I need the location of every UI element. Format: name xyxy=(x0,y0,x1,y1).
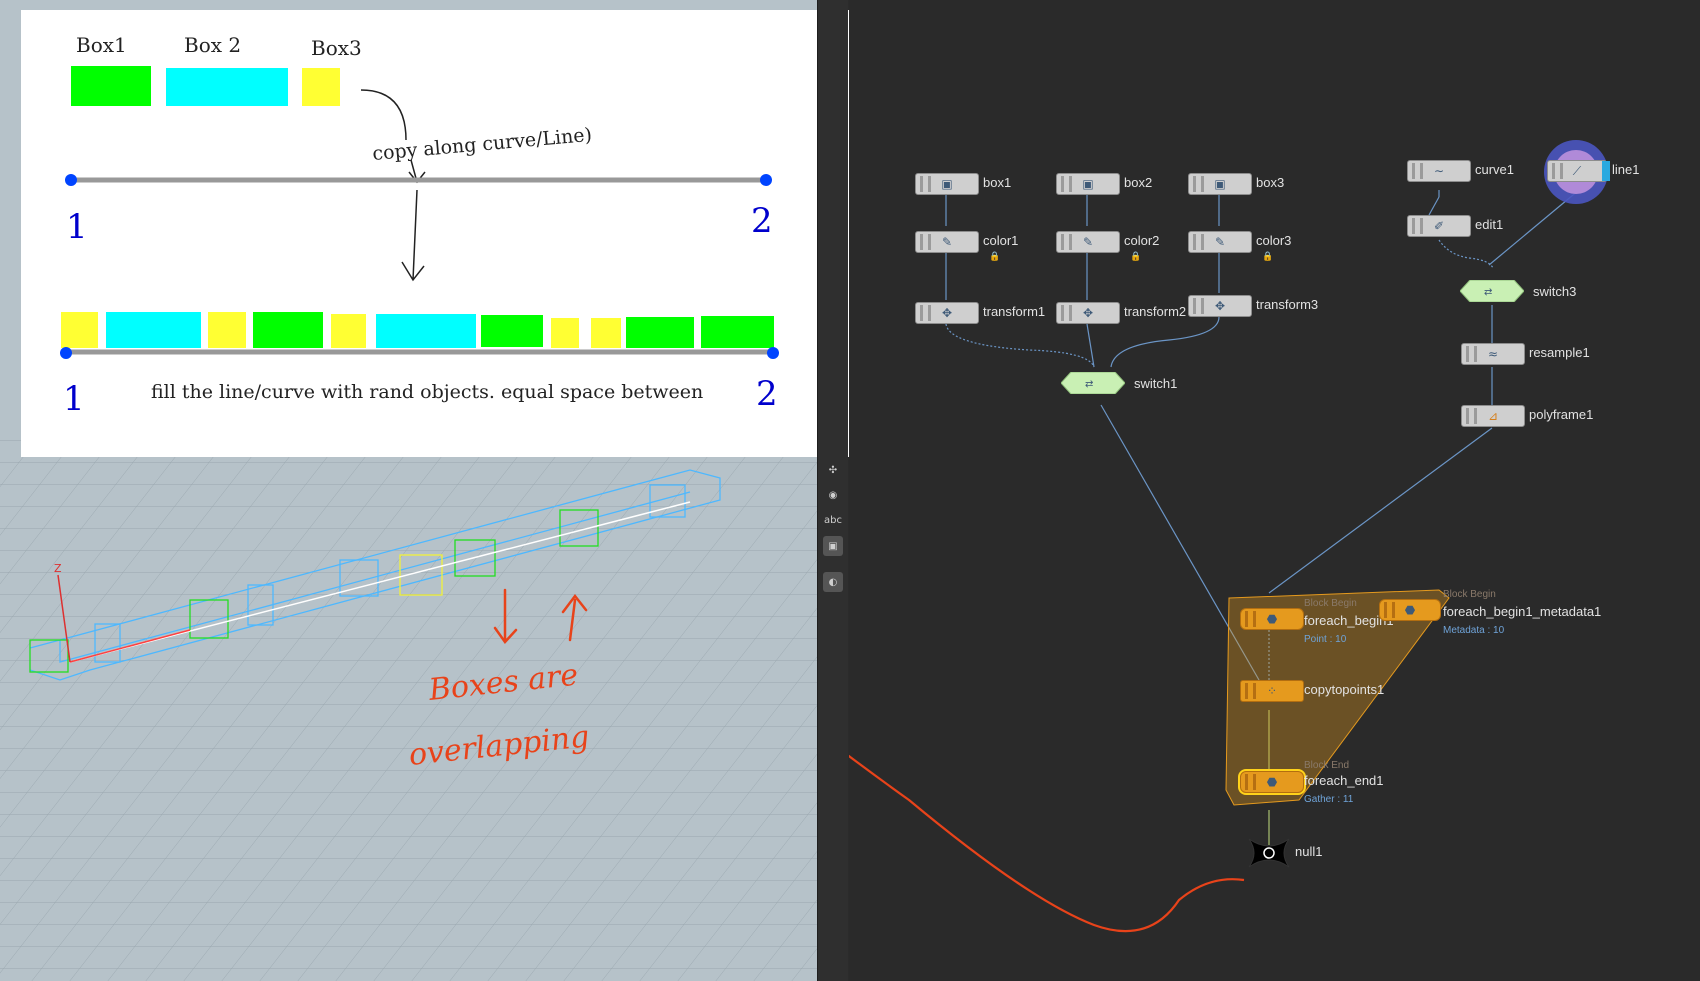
sketch-drawing: Box1 Box 2 Box3 copy along curve/Line) 1… xyxy=(60,33,779,419)
svg-text:⇄: ⇄ xyxy=(1484,287,1492,298)
node-box2[interactable]: ▣ xyxy=(1056,173,1120,195)
node-null1-label: null1 xyxy=(1295,844,1323,859)
light-bulb-icon[interactable]: ◐ xyxy=(823,572,843,592)
transform-icon: ✥ xyxy=(1214,299,1226,313)
image-icon[interactable]: ▣ xyxy=(823,536,843,556)
foreach-begin-icon: ⬣ xyxy=(1266,612,1278,626)
node-polyframe1-label: polyframe1 xyxy=(1529,407,1594,422)
box-icon: ▣ xyxy=(941,177,953,191)
viewport-toolstrip: ✣ ◉ abc ▣ ◐ xyxy=(817,0,848,981)
text-tool-button[interactable]: abc xyxy=(823,510,843,530)
node-color1-label: color1 xyxy=(983,233,1019,248)
node-curve1-label: curve1 xyxy=(1475,162,1515,177)
node-box2-label: box2 xyxy=(1124,175,1153,190)
lock-icon: 🔒 xyxy=(1262,252,1274,262)
node-resample1-label: resample1 xyxy=(1529,345,1590,360)
node-curve1[interactable]: ∼ xyxy=(1407,160,1471,182)
node-foreach-begin1-metadata1[interactable]: ⬣ xyxy=(1379,599,1441,621)
node-switch3-label: switch3 xyxy=(1533,284,1577,299)
sketch-point-1b: 1 xyxy=(63,379,85,419)
node-copytopoints1[interactable]: ⁘ xyxy=(1240,680,1304,702)
lock-icon: 🔒 xyxy=(1130,252,1142,262)
sketch-image: Box1 Box 2 Box3 copy along curve/Line) 1… xyxy=(21,10,849,457)
node-line1[interactable]: ⟋ xyxy=(1547,160,1610,182)
node-color3-label: color3 xyxy=(1256,233,1292,248)
edit-icon: ✐ xyxy=(1433,219,1445,233)
lock-icon: 🔒 xyxy=(989,252,1001,262)
meta-count-sub: Metadata : 10 xyxy=(1443,625,1505,636)
begin-points-sub: Point : 10 xyxy=(1304,634,1347,645)
box-icon: ▣ xyxy=(1214,177,1226,191)
node-transform2-label: transform2 xyxy=(1124,304,1187,319)
node-resample1[interactable]: ≈ xyxy=(1461,343,1525,365)
network-wires xyxy=(849,140,1608,933)
transform-icon: ✥ xyxy=(941,306,953,320)
curve-icon: ∼ xyxy=(1433,164,1445,178)
box1-swatch xyxy=(71,66,151,106)
node-transform1-label: transform1 xyxy=(983,304,1046,319)
node-switch1[interactable]: ⇄ xyxy=(1061,372,1125,394)
line-icon: ⟋ xyxy=(1572,164,1582,178)
sketch-point-2b: 2 xyxy=(756,374,778,414)
color-icon: ✎ xyxy=(1082,235,1094,249)
box2-swatch xyxy=(166,68,288,106)
snap-icon[interactable]: ✣ xyxy=(823,460,843,480)
node-foreach-end1[interactable]: ⬣ xyxy=(1240,771,1304,793)
node-edit1-label: edit1 xyxy=(1475,217,1504,232)
node-box1[interactable]: ▣ xyxy=(915,173,979,195)
block-begin-meta-tag: Block Begin xyxy=(1443,589,1496,600)
node-box3[interactable]: ▣ xyxy=(1188,173,1252,195)
svg-text:⇄: ⇄ xyxy=(1085,379,1093,390)
node-color2-label: color2 xyxy=(1124,233,1160,248)
box1-label: Box1 xyxy=(76,33,127,57)
color-icon: ✎ xyxy=(941,235,953,249)
node-copytopoints1-label: copytopoints1 xyxy=(1304,682,1385,697)
node-transform1[interactable]: ✥ xyxy=(915,302,979,324)
node-box1-label: box1 xyxy=(983,175,1012,190)
node-foreach-begin1[interactable]: ⬣ xyxy=(1240,608,1304,630)
node-color3[interactable]: ✎ xyxy=(1188,231,1252,253)
fill-note: fill the line/curve with rand objects. e… xyxy=(151,381,703,403)
metadata-icon: ⬣ xyxy=(1404,603,1416,617)
node-transform2[interactable]: ✥ xyxy=(1056,302,1120,324)
node-switch1-label: switch1 xyxy=(1134,376,1178,391)
box3-swatch xyxy=(302,68,340,106)
transform-icon: ✥ xyxy=(1082,306,1094,320)
block-begin-tag: Block Begin xyxy=(1304,598,1357,609)
display-options-icon[interactable]: ◉ xyxy=(823,485,843,505)
node-foreach-end1-label: foreach_end1 xyxy=(1304,773,1384,788)
node-polyframe1[interactable]: ⊿ xyxy=(1461,405,1525,427)
block-end-tag: Block End xyxy=(1304,760,1350,771)
node-transform3-label: transform3 xyxy=(1256,297,1319,312)
box-icon: ▣ xyxy=(1082,177,1094,191)
foreach-end-icon: ⬣ xyxy=(1266,775,1278,789)
annotation-line1: Boxes are xyxy=(426,657,580,708)
end-gather-sub: Gather : 11 xyxy=(1304,794,1354,805)
annotation-arrow xyxy=(849,754,1245,933)
box3-label: Box3 xyxy=(311,36,362,60)
sketch-point-1: 1 xyxy=(66,207,88,247)
node-edit1[interactable]: ✐ xyxy=(1407,215,1471,237)
polyframe-icon: ⊿ xyxy=(1487,409,1499,423)
sketch-point-2: 2 xyxy=(751,201,773,241)
annotation-line2: overlapping xyxy=(407,719,591,773)
node-line1-label: line1 xyxy=(1612,162,1640,177)
node-color2[interactable]: ✎ xyxy=(1056,231,1120,253)
color-icon: ✎ xyxy=(1214,235,1226,249)
node-switch3[interactable]: ⇄ xyxy=(1460,280,1524,302)
box2-label: Box 2 xyxy=(184,33,241,57)
network-editor[interactable]: ▣ box1 ▣ box2 ▣ box3 ✎ color1 🔒 ✎ color2… xyxy=(849,0,1700,981)
copy-icon: ⁘ xyxy=(1266,684,1278,698)
node-color1[interactable]: ✎ xyxy=(915,231,979,253)
node-foreach-begin1-metadata1-label: foreach_begin1_metadata1 xyxy=(1443,604,1602,619)
node-null1[interactable] xyxy=(1244,835,1294,871)
resample-icon: ≈ xyxy=(1487,347,1499,361)
node-box3-label: box3 xyxy=(1256,175,1285,190)
node-transform3[interactable]: ✥ xyxy=(1188,295,1252,317)
copy-note: copy along curve/Line) xyxy=(372,124,593,165)
filled-row xyxy=(61,312,774,348)
